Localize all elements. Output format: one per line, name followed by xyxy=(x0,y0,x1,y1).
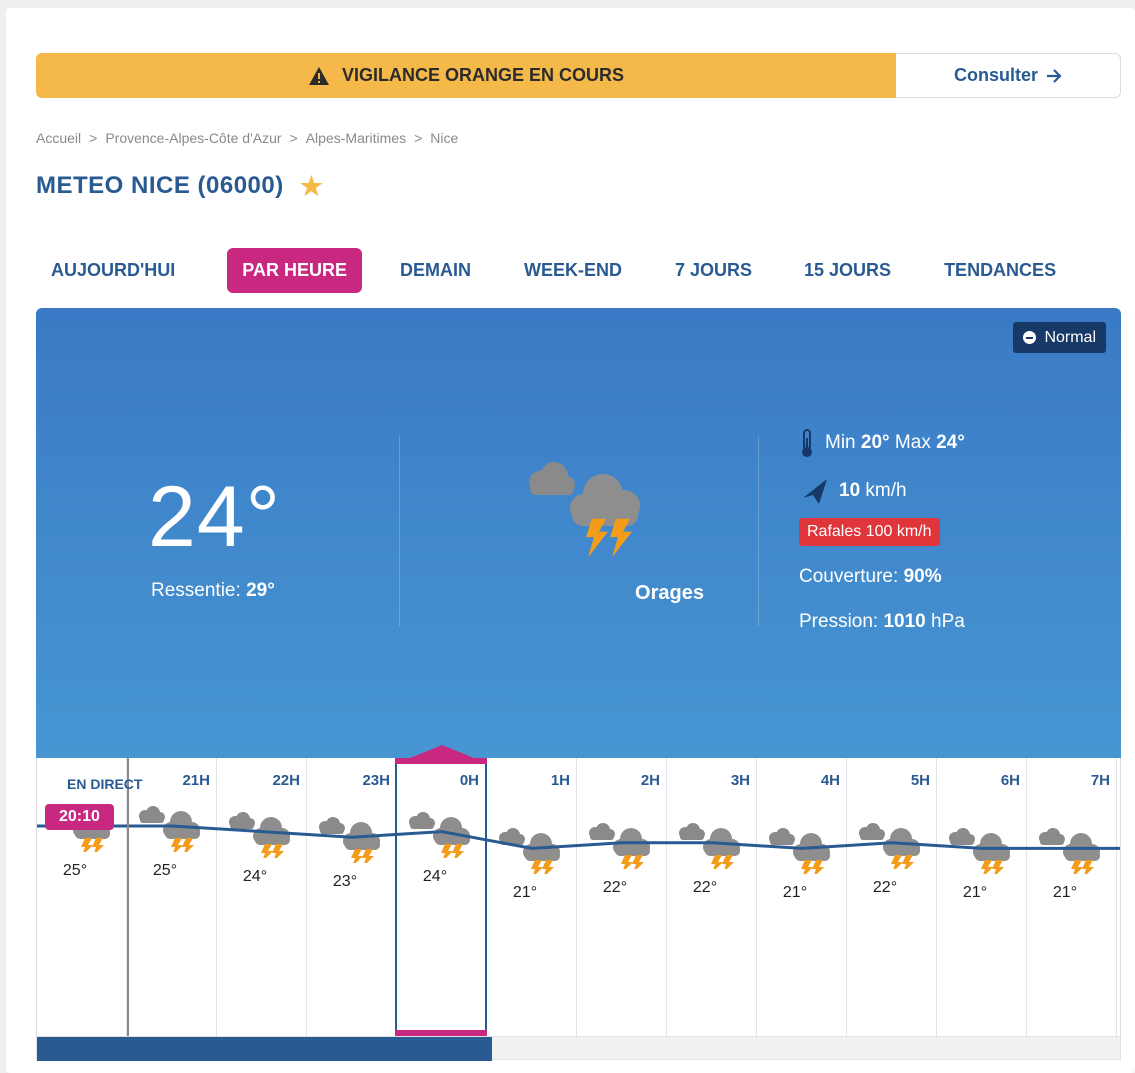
breadcrumb-item[interactable]: Nice xyxy=(430,130,458,146)
alert-banner: VIGILANCE ORANGE EN COURS xyxy=(36,53,896,98)
current-weather-panel: Normal 24° Ressentie: 29° Orages Min 20°… xyxy=(36,308,1121,758)
current-temperature: 24° xyxy=(148,469,282,565)
wind-value: 10 xyxy=(839,480,861,501)
gust-badge: Rafales 100 km/h xyxy=(799,518,940,546)
tab-tendances[interactable]: TENDANCES xyxy=(929,248,1071,293)
breadcrumb-item[interactable]: Alpes-Maritimes xyxy=(306,130,406,146)
selected-hour-pointer xyxy=(410,745,474,758)
wind-unit: km/h xyxy=(865,480,907,501)
max-label: Max xyxy=(894,432,931,453)
pressure-value: 1010 xyxy=(883,611,926,632)
warning-icon xyxy=(308,66,329,85)
breadcrumb: Accueil > Provence-Alpes-Côte d'Azur > Alp… xyxy=(36,130,459,146)
min-value: 20° xyxy=(860,432,890,453)
consult-button[interactable]: Consulter xyxy=(896,53,1121,98)
hourly-scrollbar[interactable] xyxy=(36,1036,1121,1061)
temperature-curve xyxy=(37,824,1120,850)
tab-demain[interactable]: DEMAIN xyxy=(385,248,486,293)
min-max-row: Min 20° Max 24° xyxy=(799,426,965,460)
display-mode-label: Normal xyxy=(1044,328,1096,346)
forecast-tabs: AUJOURD'HUI PAR HEURE DEMAIN WEEK-END 7 JOUR… xyxy=(36,248,1071,293)
min-label: Min xyxy=(825,432,856,453)
live-label: EN DIRECT xyxy=(67,776,143,792)
minus-circle-icon xyxy=(1023,331,1037,344)
wind-direction-icon xyxy=(803,479,827,504)
scrollbar-thumb[interactable] xyxy=(37,1037,492,1061)
tab-week-end[interactable]: WEEK-END xyxy=(509,248,637,293)
cover-row: Couverture: 90% xyxy=(799,560,965,594)
tab-aujourd-hui[interactable]: AUJOURD'HUI xyxy=(36,248,190,293)
thermometer-icon xyxy=(802,429,812,457)
favorite-star-icon[interactable]: ★ xyxy=(300,173,324,199)
cover-label: Couverture: xyxy=(799,566,899,587)
page-title-row: METEO NICE (06000) ★ xyxy=(36,172,324,200)
breadcrumb-item[interactable]: Accueil xyxy=(36,130,81,146)
tab-15-jours[interactable]: 15 JOURS xyxy=(789,248,906,293)
live-time-badge: 20:10 xyxy=(45,804,114,830)
consult-label: Consulter xyxy=(953,65,1038,85)
arrow-right-icon xyxy=(1047,68,1062,83)
weather-details: Min 20° Max 24° 10 km/h Rafales 100 km/h… xyxy=(799,426,965,639)
thunderstorm-icon xyxy=(529,462,640,558)
pressure-unit: hPa xyxy=(931,611,965,632)
max-value: 24° xyxy=(936,432,965,453)
live-time-line xyxy=(127,758,129,1036)
page-title: METEO NICE (06000) xyxy=(36,172,284,199)
wind-row: 10 km/h xyxy=(799,474,965,508)
tab-par-heure[interactable]: PAR HEURE xyxy=(227,248,362,293)
breadcrumb-item[interactable]: Provence-Alpes-Côte d'Azur xyxy=(105,130,281,146)
display-mode-button[interactable]: Normal xyxy=(1013,322,1106,353)
vigilance-alert: VIGILANCE ORANGE EN COURS Consulter xyxy=(36,53,1121,98)
condition-label: Orages xyxy=(635,582,704,604)
cover-value: 90% xyxy=(903,566,942,587)
temperature-line xyxy=(37,824,1120,850)
alert-text: VIGILANCE ORANGE EN COURS xyxy=(341,65,625,85)
tab-7-jours[interactable]: 7 JOURS xyxy=(660,248,767,293)
pressure-row: Pression: 1010 hPa xyxy=(799,605,965,639)
hourly-strip[interactable]: 25° 21H 25° 22H 24° 23H 23° 0H 24° 1H 21° 2H 2… xyxy=(36,758,1121,1036)
pressure-label: Pression: xyxy=(799,611,879,632)
